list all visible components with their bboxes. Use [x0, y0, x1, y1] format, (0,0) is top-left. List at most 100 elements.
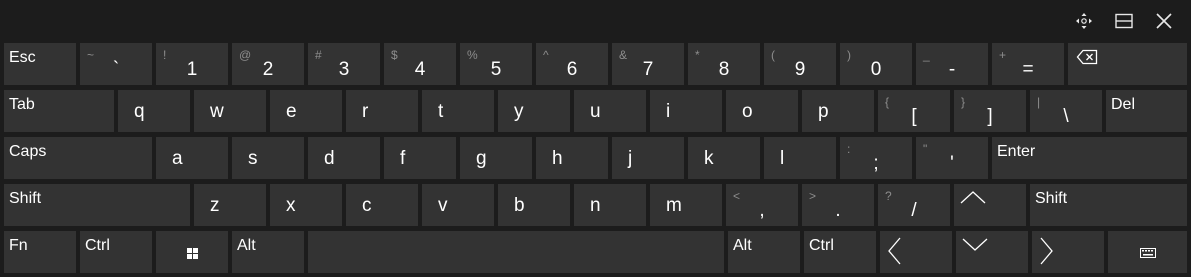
bottom-row: Fn Ctrl Alt Alt Ctrl	[4, 231, 1187, 273]
move-keyboard-button[interactable]	[1066, 6, 1102, 36]
key-left-alt[interactable]: Alt	[232, 231, 304, 273]
keyboard-titlebar	[0, 0, 1191, 42]
key-left-ctrl[interactable]: Ctrl	[80, 231, 152, 273]
key-label: Tab	[9, 96, 35, 113]
key-minus[interactable]: _ -	[916, 43, 988, 85]
key-label: p	[818, 101, 829, 122]
key-right-bracket[interactable]: } ]	[954, 90, 1026, 132]
key-2[interactable]: @ 2	[232, 43, 304, 85]
key-space[interactable]	[308, 231, 724, 273]
key-label: d	[324, 148, 335, 169]
key-keyboard-options[interactable]	[1108, 231, 1187, 273]
key-arrow-right[interactable]	[1032, 231, 1104, 273]
key-y[interactable]: y	[498, 90, 570, 132]
key-delete[interactable]: Del	[1106, 90, 1187, 132]
key-label: .	[835, 200, 841, 221]
key-right-ctrl[interactable]: Ctrl	[804, 231, 876, 273]
key-arrow-left[interactable]	[880, 231, 952, 273]
key-fn[interactable]: Fn	[4, 231, 76, 273]
key-5[interactable]: % 5	[460, 43, 532, 85]
key-e[interactable]: e	[270, 90, 342, 132]
key-4[interactable]: $ 4	[384, 43, 456, 85]
key-r[interactable]: r	[346, 90, 418, 132]
key-0[interactable]: ) 0	[840, 43, 912, 85]
key-period[interactable]: > .	[802, 184, 874, 226]
key-7[interactable]: & 7	[612, 43, 684, 85]
key-esc[interactable]: Esc	[4, 43, 76, 85]
key-i[interactable]: i	[650, 90, 722, 132]
key-label: ]	[987, 106, 993, 127]
key-left-bracket[interactable]: { [	[878, 90, 950, 132]
key-s[interactable]: s	[232, 137, 304, 179]
shift-row: Shift z x c v b n m < , > . ? / Shift	[4, 184, 1187, 226]
key-semicolon[interactable]: : ;	[840, 137, 912, 179]
key-b[interactable]: b	[498, 184, 570, 226]
close-icon	[1155, 12, 1173, 30]
key-w[interactable]: w	[194, 90, 266, 132]
key-p[interactable]: p	[802, 90, 874, 132]
key-d[interactable]: d	[308, 137, 380, 179]
key-caps-lock[interactable]: Caps	[4, 137, 152, 179]
key-m[interactable]: m	[650, 184, 722, 226]
key-label: ,	[759, 200, 765, 221]
key-enter[interactable]: Enter	[992, 137, 1187, 179]
key-label: Esc	[9, 49, 36, 66]
key-label: Del	[1111, 96, 1136, 113]
key-c[interactable]: c	[346, 184, 418, 226]
key-8[interactable]: * 8	[688, 43, 760, 85]
key-label: v	[438, 195, 448, 216]
close-keyboard-button[interactable]	[1146, 6, 1182, 36]
key-l[interactable]: l	[764, 137, 836, 179]
key-label: Shift	[1035, 190, 1068, 207]
key-q[interactable]: q	[118, 90, 190, 132]
key-z[interactable]: z	[194, 184, 266, 226]
key-comma[interactable]: < ,	[726, 184, 798, 226]
key-9[interactable]: ( 9	[764, 43, 836, 85]
key-a[interactable]: a	[156, 137, 228, 179]
key-label: 9	[794, 59, 806, 80]
key-quote[interactable]: " '	[916, 137, 988, 179]
key-label: Alt	[733, 237, 752, 254]
key-windows[interactable]	[156, 231, 228, 273]
key-n[interactable]: n	[574, 184, 646, 226]
key-backslash[interactable]: | \	[1030, 90, 1102, 132]
key-1[interactable]: ! 1	[156, 43, 228, 85]
key-label: 7	[642, 59, 654, 80]
key-tab[interactable]: Tab	[4, 90, 114, 132]
key-backspace[interactable]	[1068, 43, 1187, 85]
key-label: 8	[718, 59, 730, 80]
key-f[interactable]: f	[384, 137, 456, 179]
key-h[interactable]: h	[536, 137, 608, 179]
key-left-shift[interactable]: Shift	[4, 184, 190, 226]
key-label: 6	[566, 59, 578, 80]
key-6[interactable]: ^ 6	[536, 43, 608, 85]
key-right-alt[interactable]: Alt	[728, 231, 800, 273]
key-arrow-down[interactable]	[956, 231, 1028, 273]
key-label: Ctrl	[809, 237, 834, 254]
key-label: Ctrl	[85, 237, 110, 254]
key-x[interactable]: x	[270, 184, 342, 226]
key-slash[interactable]: ? /	[878, 184, 950, 226]
key-arrow-up[interactable]	[954, 184, 1026, 226]
key-backtick[interactable]: ~ `	[80, 43, 152, 85]
key-label: c	[362, 195, 372, 216]
key-label: 5	[490, 59, 502, 80]
dock-keyboard-button[interactable]	[1106, 6, 1142, 36]
key-v[interactable]: v	[422, 184, 494, 226]
key-k[interactable]: k	[688, 137, 760, 179]
key-j[interactable]: j	[612, 137, 684, 179]
key-3[interactable]: # 3	[308, 43, 380, 85]
key-g[interactable]: g	[460, 137, 532, 179]
key-right-shift[interactable]: Shift	[1030, 184, 1187, 226]
key-t[interactable]: t	[422, 90, 494, 132]
key-label: 1	[186, 59, 198, 80]
key-label: j	[628, 148, 633, 169]
key-label: k	[704, 148, 714, 169]
key-label: [	[911, 106, 917, 127]
key-label: 4	[414, 59, 426, 80]
key-u[interactable]: u	[574, 90, 646, 132]
key-label: f	[400, 148, 406, 169]
key-equals[interactable]: + =	[992, 43, 1064, 85]
key-label: z	[210, 195, 220, 216]
key-o[interactable]: o	[726, 90, 798, 132]
